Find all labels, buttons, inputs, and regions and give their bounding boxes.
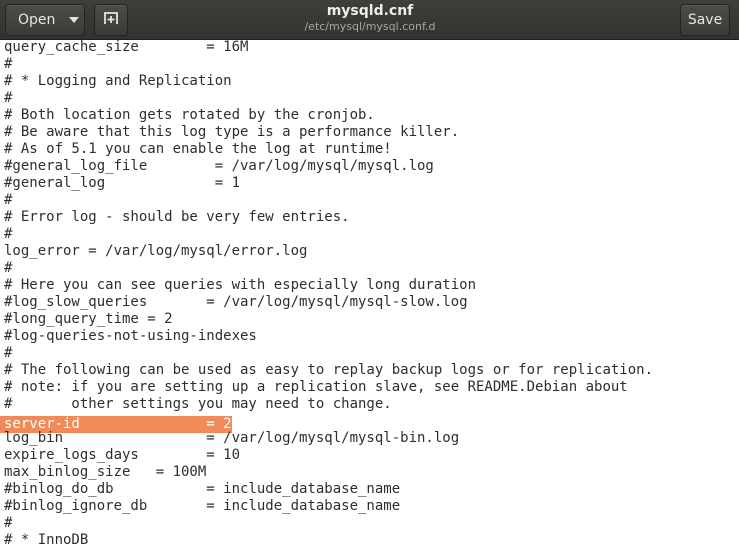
editor-line[interactable]: # Both location gets rotated by the cron… — [0, 107, 739, 124]
editor-line[interactable]: log_bin = /var/log/mysql/mysql-bin.log — [0, 430, 739, 447]
editor-line[interactable]: #binlog_ignore_db = include_database_nam… — [0, 498, 739, 515]
editor-line[interactable]: # — [0, 345, 739, 362]
editor-line[interactable]: #binlog_do_db = include_database_name — [0, 481, 739, 498]
header-bar: Open mysqld.cnf /etc/mysql/mysql.conf.d … — [0, 0, 739, 40]
window-title-area: mysqld.cnf /etc/mysql/mysql.conf.d — [200, 3, 540, 34]
save-button[interactable]: Save — [680, 4, 730, 36]
document-path: /etc/mysql/mysql.conf.d — [304, 20, 436, 33]
editor-line[interactable]: # Here you can see queries with especial… — [0, 277, 739, 294]
editor-line[interactable]: # — [0, 56, 739, 73]
editor-line[interactable]: # The following can be used as easy to r… — [0, 362, 739, 379]
editor-line[interactable]: # — [0, 90, 739, 107]
editor-line[interactable]: #log-queries-not-using-indexes — [0, 328, 739, 345]
editor-line[interactable]: # — [0, 260, 739, 277]
editor-line[interactable]: #long_query_time = 2 — [0, 311, 739, 328]
chevron-down-icon — [69, 17, 80, 23]
editor-line[interactable]: # — [0, 226, 739, 243]
editor-line[interactable]: # other settings you may need to change. — [0, 396, 739, 413]
editor-line[interactable]: # — [0, 515, 739, 532]
editor-line[interactable]: # As of 5.1 you can enable the log at ru… — [0, 141, 739, 158]
editor-line[interactable]: # — [0, 192, 739, 209]
editor-line[interactable]: #log_slow_queries = /var/log/mysql/mysql… — [0, 294, 739, 311]
editor-line[interactable]: # Error log - should be very few entries… — [0, 209, 739, 226]
gedit-window: Open mysqld.cnf /etc/mysql/mysql.conf.d … — [0, 0, 739, 553]
new-document-button[interactable] — [94, 4, 128, 36]
editor-line[interactable]: expire_logs_days = 10 — [0, 447, 739, 464]
editor-line[interactable]: #general_log_file = /var/log/mysql/mysql… — [0, 158, 739, 175]
editor-line-selected[interactable]: server-id = 2 — [0, 413, 739, 433]
new-tab-icon — [103, 10, 119, 30]
editor-line[interactable]: log_error = /var/log/mysql/error.log — [0, 243, 739, 260]
editor-line[interactable]: max_binlog_size = 100M — [0, 464, 739, 481]
editor-line[interactable]: query_cache_size = 16M — [0, 40, 739, 56]
open-button[interactable]: Open — [5, 4, 85, 36]
text-editor[interactable]: query_cache_size = 16M # # * Logging and R… — [0, 40, 739, 553]
editor-line[interactable]: # note: if you are setting up a replicat… — [0, 379, 739, 396]
editor-line[interactable]: #general_log = 1 — [0, 175, 739, 192]
editor-line[interactable]: # * InnoDB — [0, 532, 739, 549]
open-button-label: Open — [18, 12, 56, 28]
document-title: mysqld.cnf — [326, 3, 414, 19]
editor-line[interactable]: # * Logging and Replication — [0, 73, 739, 90]
editor-line[interactable]: # Be aware that this log type is a perfo… — [0, 124, 739, 141]
